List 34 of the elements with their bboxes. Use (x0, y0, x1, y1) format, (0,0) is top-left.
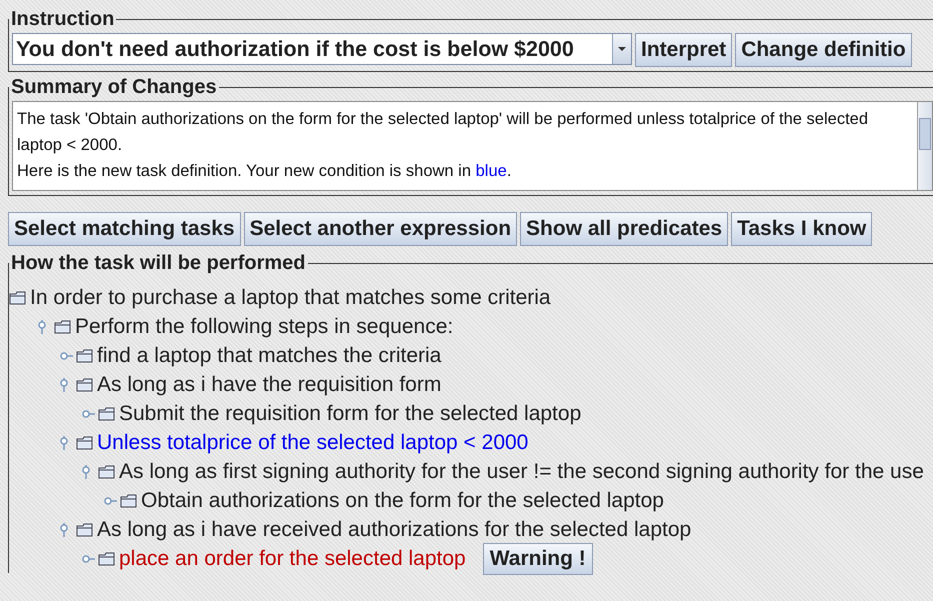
toolbar-button[interactable]: Show all predicates (520, 212, 728, 246)
folder-icon (9, 290, 27, 304)
tree-node-label[interactable]: place an order for the selected laptop (119, 546, 466, 570)
toolbar-button[interactable]: Select another expression (244, 212, 518, 246)
toolbar-button[interactable]: Tasks I know (731, 212, 872, 246)
tree-node-label[interactable]: Unless totalprice of the selected laptop < 2000 (97, 430, 528, 454)
summary-paragraph: Here is the new task definition. Your new condition is shown in blue. (17, 161, 512, 182)
folder-icon (98, 552, 116, 566)
vertical-scrollbar[interactable] (917, 102, 932, 190)
tree-node-label[interactable]: find a laptop that matches the criteria (97, 344, 442, 368)
panel-legend: How the task will be performed (9, 252, 308, 275)
folder-icon (98, 406, 116, 420)
folder-icon (76, 378, 94, 392)
tree-node-label[interactable]: As long as i have the requisition form (97, 372, 442, 396)
tree-node-label[interactable]: In order to purchase a laptop that matches some criteria (30, 286, 551, 310)
tree-node-label[interactable]: Obtain authorizations on the form for the selected laptop (141, 488, 664, 512)
tree-node-label[interactable]: Submit the requisition form for the selected laptop (119, 402, 582, 426)
tree-node-label[interactable]: As long as i have received authorizations for the selected laptop (97, 518, 692, 542)
warning-button[interactable]: Warning ! (482, 542, 593, 574)
toolbar-button[interactable]: Select matching tasks (8, 212, 241, 246)
folder-icon (76, 348, 94, 362)
instruction-combo-box[interactable]: You don't need authorization if the cost is below $2000 (12, 33, 632, 65)
toolbar-button[interactable]: Interpret (635, 33, 732, 67)
toolbar-button[interactable]: Change definitio (735, 33, 912, 67)
panel-legend: Instruction (9, 8, 116, 31)
tree-node-label[interactable]: As long as first signing authority for the user != the second signing authority for the use (119, 460, 924, 484)
folder-icon (54, 320, 72, 334)
tree-node-label[interactable]: Perform the following steps in sequence: (75, 314, 454, 338)
folder-icon (98, 464, 116, 478)
panel-legend: Summary of Changes (9, 76, 219, 99)
summary-paragraph: The task 'Obtain authorizations on the form for the selected laptop' will be performed unless totalprice of the selected laptop < 2000. (17, 109, 870, 156)
folder-icon (120, 494, 138, 508)
folder-icon (76, 436, 94, 450)
folder-icon (76, 522, 94, 536)
